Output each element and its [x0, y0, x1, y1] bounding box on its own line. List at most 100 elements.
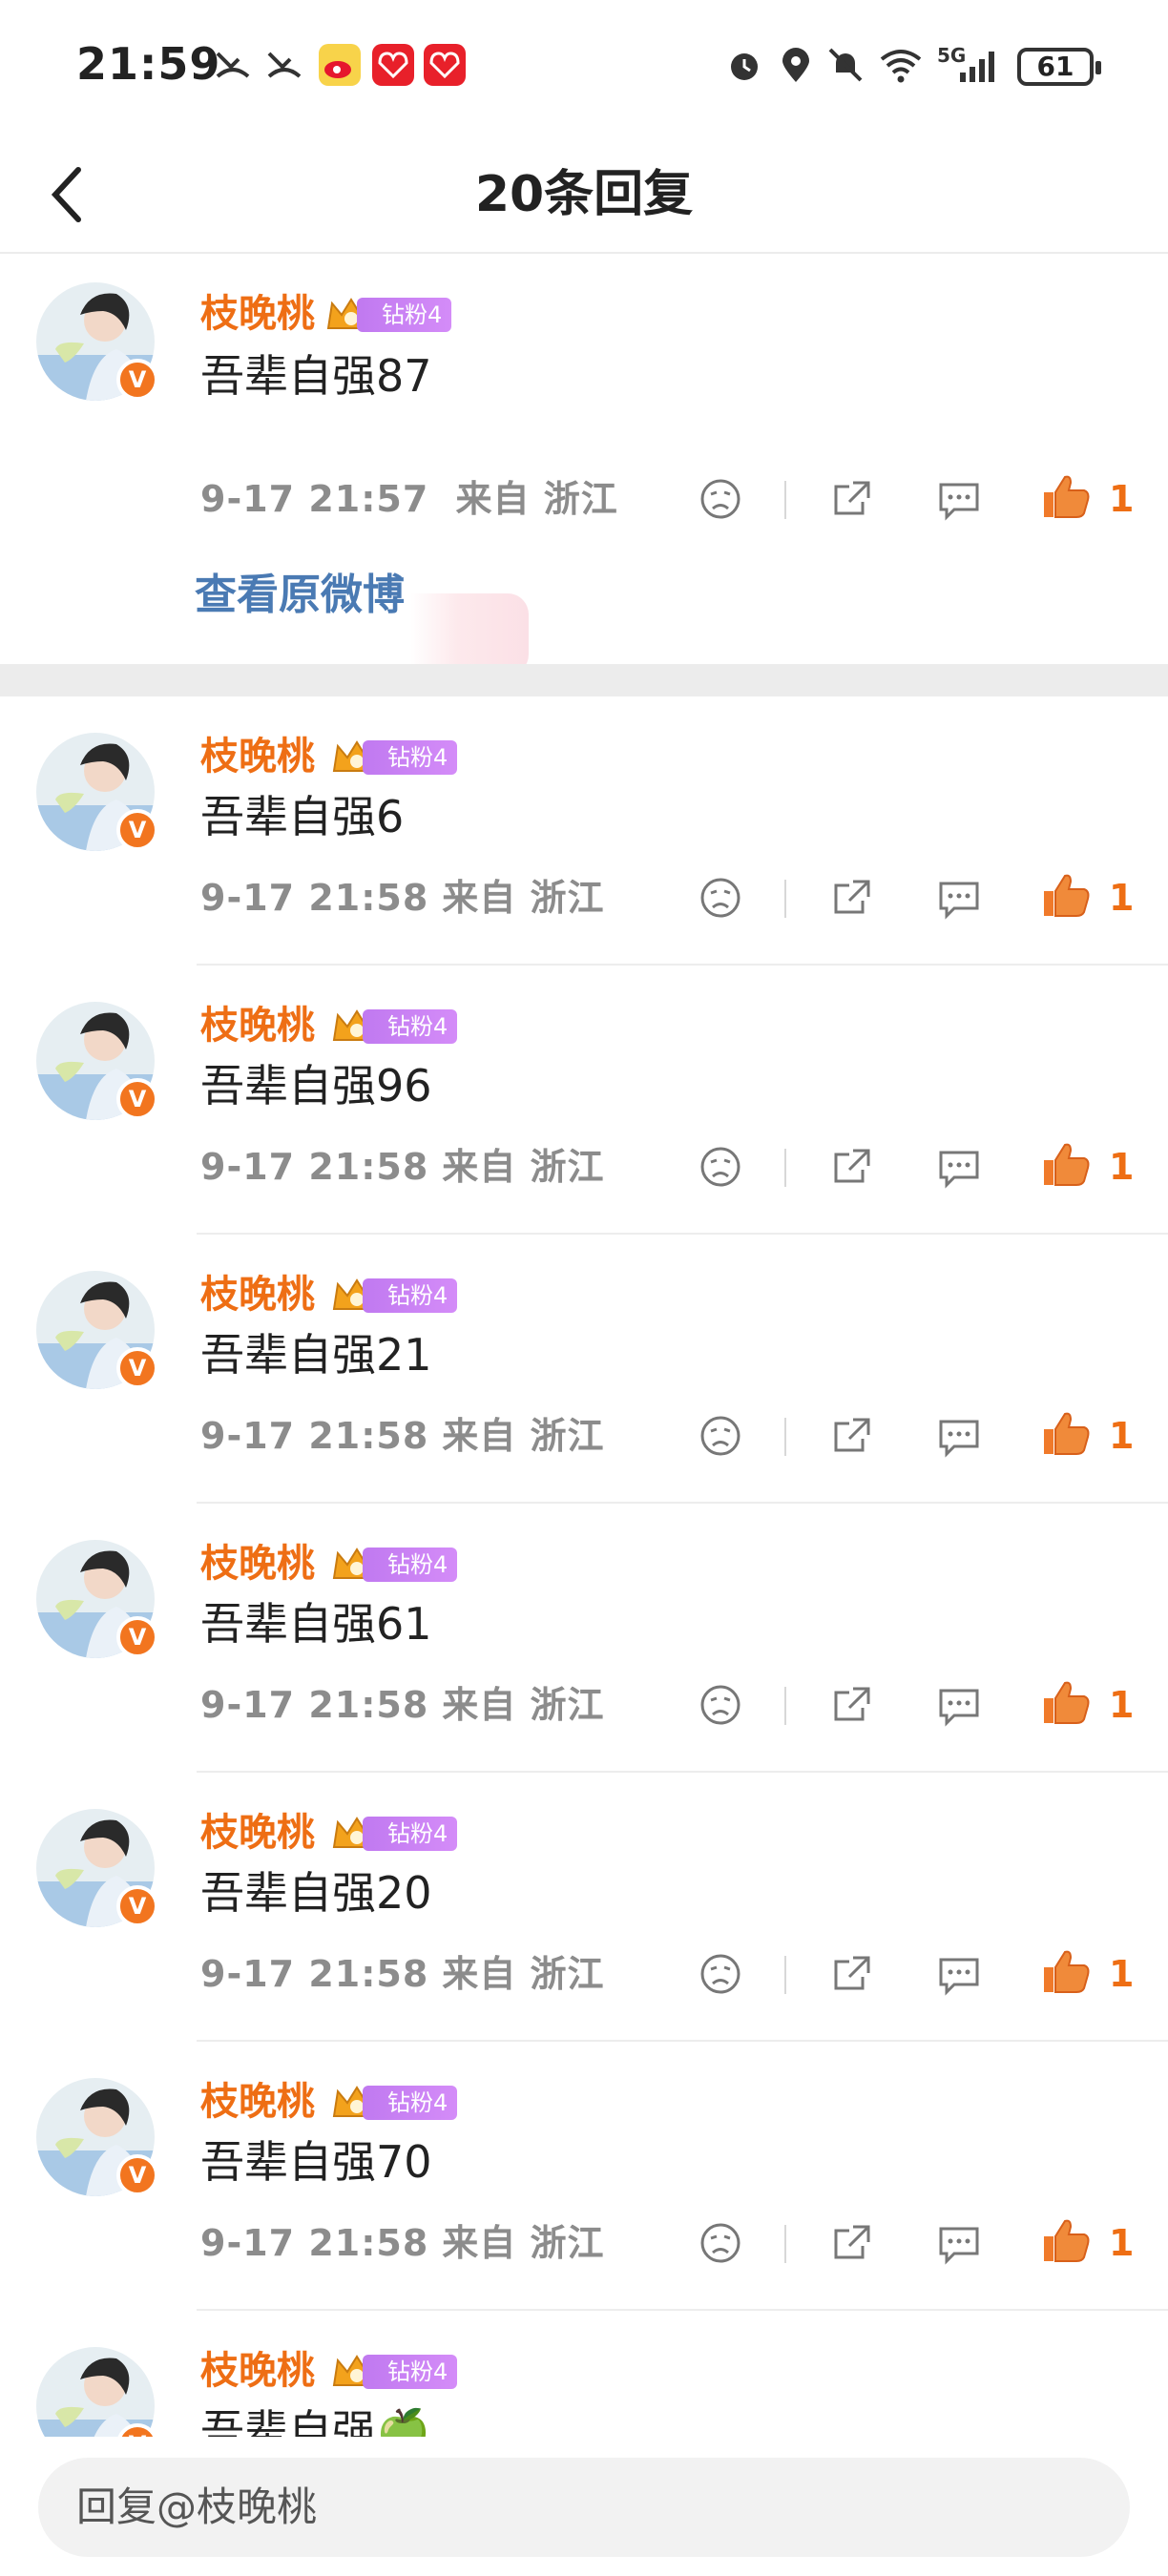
share-icon[interactable]	[828, 1950, 876, 1998]
verified-badge-icon: V	[116, 1347, 158, 1389]
username[interactable]: 枝晚桃	[200, 1538, 315, 1589]
dislike-face-icon[interactable]	[697, 2219, 744, 2267]
dislike-face-icon[interactable]	[697, 1412, 744, 1460]
dislike-face-icon[interactable]	[697, 475, 744, 523]
username[interactable]: 枝晚桃	[200, 2076, 315, 2128]
fan-badge-label: 钻粉4	[363, 2086, 458, 2120]
signal-icon	[960, 52, 994, 82]
root-comment[interactable]: V 枝晚桃 钻粉4 吾辈自强87 9-17 21:57 来自 浙江 1 查看原微…	[0, 254, 1168, 675]
comment-time: 9-17 21:58	[200, 1415, 429, 1457]
verified-badge-icon: V	[116, 2154, 158, 2196]
top-nav: 20条回复	[0, 134, 1168, 254]
reply-item[interactable]: V 枝晚桃 钻粉4 吾辈自强70 9-17 21:58 来自 浙江 1	[0, 2042, 1168, 2311]
comment-location: 来自 浙江	[442, 1146, 605, 1188]
comment-icon[interactable]	[935, 1950, 983, 1998]
comment-location: 来自 浙江	[442, 1684, 605, 1726]
fan-badge-label: 钻粉4	[363, 1278, 458, 1313]
share-icon[interactable]	[828, 2219, 876, 2267]
like-count: 1	[1109, 877, 1135, 919]
like-count: 1	[1109, 1415, 1135, 1457]
comment-icon[interactable]	[935, 475, 983, 523]
weibo-icon	[319, 44, 361, 86]
like-count: 1	[1109, 1146, 1135, 1188]
verified-badge-icon: V	[116, 809, 158, 851]
comment-text: 吾辈自强96	[200, 1060, 432, 1111]
username[interactable]: 枝晚桃	[200, 288, 315, 340]
reply-bar: 回复@枝晚桃	[0, 2437, 1168, 2576]
share-icon[interactable]	[828, 475, 876, 523]
section-divider	[0, 664, 1168, 696]
action-divider	[784, 1149, 786, 1187]
comment-meta: 9-17 21:58 来自 浙江	[200, 1950, 605, 1998]
username[interactable]: 枝晚桃	[200, 731, 315, 782]
like-icon[interactable]	[1040, 1139, 1092, 1191]
like-count: 1	[1109, 1953, 1135, 1995]
share-icon[interactable]	[828, 874, 876, 922]
username[interactable]: 枝晚桃	[200, 1807, 315, 1859]
reply-input[interactable]: 回复@枝晚桃	[38, 2458, 1130, 2557]
reply-item[interactable]: V 枝晚桃 钻粉4 吾辈自强21 9-17 21:58 来自 浙江 1	[0, 1235, 1168, 1504]
comment-meta: 9-17 21:58 来自 浙江	[200, 1412, 605, 1460]
page-title: 20条回复	[474, 166, 694, 223]
status-bar: 21:59 5G 61	[0, 0, 1168, 134]
username[interactable]: 枝晚桃	[200, 2345, 315, 2397]
share-icon[interactable]	[828, 1681, 876, 1729]
dislike-face-icon[interactable]	[697, 1143, 744, 1191]
action-divider	[784, 880, 786, 918]
like-count: 1	[1109, 478, 1135, 520]
battery-indicator: 61	[1017, 48, 1101, 86]
like-icon[interactable]	[1040, 1946, 1092, 1998]
like-icon[interactable]	[1040, 2215, 1092, 2267]
missed-call-icon	[267, 52, 302, 78]
like-count: 1	[1109, 1684, 1135, 1726]
comment-meta: 9-17 21:57 来自 浙江	[200, 475, 618, 523]
view-original-link[interactable]: 查看原微博	[195, 567, 405, 624]
dislike-face-icon[interactable]	[697, 874, 744, 922]
like-icon[interactable]	[1040, 1677, 1092, 1729]
comment-icon[interactable]	[935, 1143, 983, 1191]
dislike-face-icon[interactable]	[697, 1681, 744, 1729]
reply-item[interactable]: V 枝晚桃 钻粉4 吾辈自强61 9-17 21:58 来自 浙江 1	[0, 1504, 1168, 1773]
comment-location: 来自 浙江	[455, 478, 618, 520]
reply-item[interactable]: V 枝晚桃 钻粉4 吾辈自强6 9-17 21:58 来自 浙江 1	[0, 696, 1168, 966]
status-time: 21:59	[76, 38, 221, 90]
like-icon[interactable]	[1040, 1408, 1092, 1460]
comment-text: 吾辈自强6	[200, 791, 405, 842]
comment-location: 来自 浙江	[442, 1415, 605, 1457]
action-divider	[784, 481, 786, 519]
comment-location: 来自 浙江	[442, 1953, 605, 1995]
username[interactable]: 枝晚桃	[200, 1269, 315, 1320]
like-icon[interactable]	[1040, 471, 1092, 523]
comment-meta: 9-17 21:58 来自 浙江	[200, 1143, 605, 1191]
like-count: 1	[1109, 2222, 1135, 2264]
comment-location: 来自 浙江	[442, 877, 605, 919]
comment-time: 9-17 21:58	[200, 1953, 429, 1995]
comment-meta: 9-17 21:58 来自 浙江	[200, 1681, 605, 1729]
fan-badge-label: 钻粉4	[363, 1548, 458, 1582]
comment-meta: 9-17 21:58 来自 浙江	[200, 874, 605, 922]
comment-icon[interactable]	[935, 1681, 983, 1729]
verified-badge-icon: V	[116, 359, 158, 401]
wifi-icon	[880, 50, 922, 83]
fan-badge-label: 钻粉4	[363, 2355, 458, 2389]
comment-icon[interactable]	[935, 874, 983, 922]
reply-item[interactable]: V 枝晚桃 钻粉4 吾辈自强96 9-17 21:58 来自 浙江 1	[0, 966, 1168, 1235]
action-divider	[784, 1418, 786, 1456]
share-icon[interactable]	[828, 1143, 876, 1191]
comment-icon[interactable]	[935, 2219, 983, 2267]
verified-badge-icon: V	[116, 1078, 158, 1120]
comment-meta: 9-17 21:58 来自 浙江	[200, 2219, 605, 2267]
comment-icon[interactable]	[935, 1412, 983, 1460]
comment-time: 9-17 21:58	[200, 2222, 429, 2264]
comment-location: 来自 浙江	[442, 2222, 605, 2264]
comment-time: 9-17 21:58	[200, 1146, 429, 1188]
reply-item[interactable]: V 枝晚桃 钻粉4 吾辈自强20 9-17 21:58 来自 浙江 1	[0, 1773, 1168, 2042]
dislike-face-icon[interactable]	[697, 1950, 744, 1998]
share-icon[interactable]	[828, 1412, 876, 1460]
comment-time: 9-17 21:58	[200, 877, 429, 919]
username[interactable]: 枝晚桃	[200, 1000, 315, 1051]
fan-badge-label: 钻粉4	[363, 1817, 458, 1851]
fan-badge-label: 钻粉4	[363, 1009, 458, 1044]
action-divider	[784, 2225, 786, 2263]
like-icon[interactable]	[1040, 870, 1092, 922]
